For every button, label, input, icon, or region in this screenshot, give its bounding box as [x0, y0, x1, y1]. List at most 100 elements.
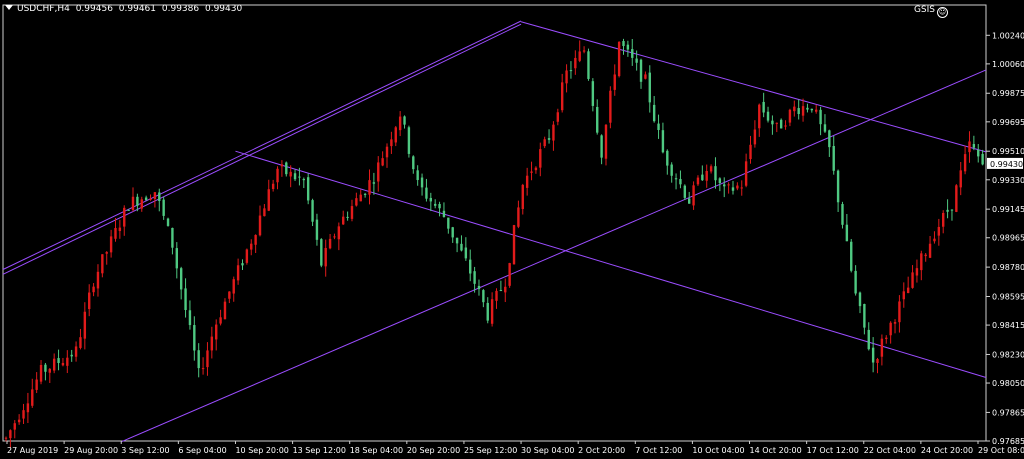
candlestick-chart: 1.00240 1.00060 0.99875 0.99695 0.99510 0.993… [2, 4, 1024, 455]
candle-body [539, 149, 542, 168]
candle-body [626, 44, 630, 50]
candle-body [223, 301, 227, 320]
candle-body [403, 116, 406, 125]
candle-body [166, 218, 170, 226]
candle-body [206, 350, 209, 368]
candle-body [942, 212, 945, 227]
chart-header: USDCHF,H4 0.99456 0.99461 0.99386 0.9943… [5, 4, 245, 14]
x-tick-label: 14 Oct 20:00 [750, 446, 802, 455]
candle-body [749, 144, 752, 160]
y-tick-label: 0.99510 [992, 147, 1024, 156]
candle-body [963, 154, 967, 172]
candle-body [775, 122, 778, 124]
candle-body [22, 410, 25, 419]
candle-body [469, 259, 472, 274]
x-tick-label: 22 Oct 04:00 [864, 446, 916, 455]
candle-body [298, 176, 301, 178]
candle-body [933, 238, 936, 242]
candle-body [928, 243, 932, 258]
candle-body [521, 184, 524, 210]
candle-body [241, 263, 244, 266]
candle-body [723, 184, 726, 187]
candle-body [188, 310, 192, 326]
candle-body [836, 170, 840, 203]
candle-body [140, 199, 143, 209]
x-tick-label: 10 Oct 04:00 [692, 446, 744, 455]
candle-body [784, 125, 787, 127]
candle-body [766, 111, 770, 121]
candle-body [171, 227, 174, 248]
candle-body [346, 216, 349, 218]
candle-body [547, 138, 551, 140]
candle-body [972, 144, 976, 148]
candle-body [863, 304, 866, 328]
trendline-descending-top[interactable] [520, 21, 987, 153]
y-tick-label: 0.98230 [992, 350, 1024, 359]
low-price: 0.99386 [161, 4, 200, 14]
candle-body [473, 271, 476, 284]
candle-body [136, 196, 139, 206]
candle-body [648, 72, 651, 103]
candle-body [66, 357, 69, 366]
candle-body [350, 206, 354, 219]
candle-body [657, 123, 660, 130]
candle-body [179, 268, 183, 290]
candle-body [902, 291, 905, 300]
y-tick-label: 0.98780 [992, 263, 1024, 272]
candle-body [52, 358, 56, 371]
candle-body [955, 185, 958, 212]
candle-body [495, 290, 498, 301]
candle-body [83, 311, 87, 339]
candle-body [425, 187, 428, 199]
trendline-upper-channel-1[interactable] [2, 20, 522, 270]
candle-body [31, 389, 34, 406]
candle-body [600, 135, 603, 158]
candle-body [144, 197, 148, 201]
candle-body [718, 178, 722, 183]
candle-body [44, 364, 47, 372]
candle-body [215, 324, 218, 340]
candle-body [968, 141, 971, 153]
candle-body [302, 178, 306, 181]
candle-body [885, 337, 888, 339]
y-tick-label: 1.00240 [992, 31, 1024, 40]
candle-body [337, 226, 341, 240]
x-tick-label: 10 Sep 20:00 [235, 446, 288, 455]
trendlines [2, 20, 987, 443]
candle-body [578, 51, 581, 61]
candle-body [158, 192, 161, 201]
candle-body [543, 139, 546, 147]
candle-body [477, 285, 481, 290]
candle-body [407, 127, 411, 154]
candle-body [315, 219, 319, 240]
candle-body [26, 403, 30, 413]
candle-body [333, 236, 336, 238]
last-price-label: 0.99430 [990, 160, 1023, 169]
candle-body [560, 82, 564, 111]
x-tick-label: 25 Sep 12:00 [464, 446, 517, 455]
candle-body [455, 237, 459, 244]
candle-body [254, 234, 257, 245]
candle-body [79, 337, 82, 348]
candle-body [70, 354, 73, 357]
candle-body [753, 129, 757, 145]
candle-body [850, 241, 853, 271]
collapse-triangle-icon[interactable] [5, 5, 13, 10]
candle-body [420, 177, 424, 188]
candle-body [714, 166, 717, 181]
candle-body [841, 204, 844, 225]
brand-logo: GSIS ☺ [914, 5, 948, 18]
candle-body [762, 101, 765, 113]
candle-body [552, 124, 555, 141]
candle-body [828, 130, 831, 148]
trendline-upper-channel-2[interactable] [2, 23, 522, 275]
y-tick-label: 0.99695 [992, 118, 1024, 127]
candle-body [815, 109, 818, 112]
candle-body [946, 209, 949, 212]
candle-body [250, 243, 253, 250]
candle-body [429, 197, 433, 202]
candle-body [482, 290, 485, 303]
candle-body [359, 194, 362, 202]
candle-body [736, 185, 739, 189]
x-tick-label: 29 Aug 20:00 [64, 446, 118, 455]
